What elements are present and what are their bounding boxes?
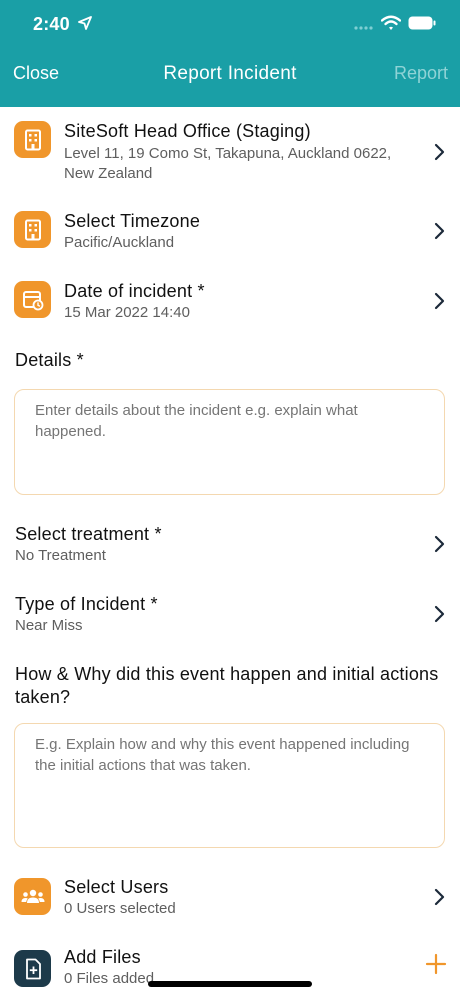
select-users-row[interactable]: Select Users 0 Users selected [0, 868, 460, 928]
site-title: SiteSoft Head Office (Staging) [64, 121, 311, 141]
timezone-row[interactable]: Select Timezone Pacific/Auckland [0, 200, 460, 262]
users-group-icon [14, 878, 51, 915]
plus-icon[interactable] [425, 953, 447, 975]
treatment-row[interactable]: Select treatment * No Treatment [0, 520, 460, 570]
add-files-row[interactable]: Add Files 0 Files added [0, 938, 460, 996]
location-arrow-icon [78, 16, 92, 30]
incident-type-label: Type of Incident * [15, 594, 158, 614]
chevron-right-icon [434, 222, 445, 240]
site-row[interactable]: SiteSoft Head Office (Staging) Level 11,… [0, 107, 460, 195]
select-users-title: Select Users [64, 877, 169, 897]
add-files-value: 0 Files added [64, 970, 155, 987]
battery-icon [408, 16, 436, 30]
close-button[interactable]: Close [13, 63, 59, 84]
date-value: 15 Mar 2022 14:40 [64, 304, 190, 321]
date-row[interactable]: Date of incident * 15 Mar 2022 14:40 [0, 270, 460, 332]
timezone-value: Pacific/Auckland [64, 234, 175, 251]
building-icon [14, 121, 51, 158]
add-file-icon [14, 950, 51, 987]
date-title: Date of incident * [64, 281, 205, 301]
timezone-title: Select Timezone [64, 211, 201, 231]
how-why-label: How & Why did this event happen and init… [15, 664, 439, 707]
select-users-value: 0 Users selected [64, 900, 176, 917]
incident-type-value: Near Miss [15, 617, 83, 634]
how-why-field[interactable] [14, 723, 445, 848]
site-address: Level 11, 19 Como St, Takapuna, Auckland… [64, 145, 392, 182]
home-indicator [148, 981, 312, 987]
status-time: 2:40 [33, 14, 70, 34]
building-icon [14, 211, 51, 248]
page-title: Report Incident [163, 63, 297, 84]
chevron-right-icon [434, 535, 445, 553]
incident-type-row[interactable]: Type of Incident * Near Miss [0, 590, 460, 640]
chevron-right-icon [434, 292, 445, 310]
chevron-right-icon [434, 605, 445, 623]
wifi-icon [381, 15, 401, 30]
details-field[interactable] [14, 389, 445, 495]
header-bar: 2:40 Report Incident Close Report [0, 0, 460, 107]
treatment-value: No Treatment [15, 547, 106, 564]
calendar-clock-icon [14, 281, 51, 318]
add-files-title: Add Files [64, 947, 141, 967]
report-button[interactable]: Report [394, 63, 448, 84]
cellular-signal-icon [354, 26, 373, 30]
chevron-right-icon [434, 143, 445, 161]
details-label: Details * [15, 350, 84, 370]
treatment-label: Select treatment * [15, 524, 162, 544]
chevron-right-icon [434, 888, 445, 906]
